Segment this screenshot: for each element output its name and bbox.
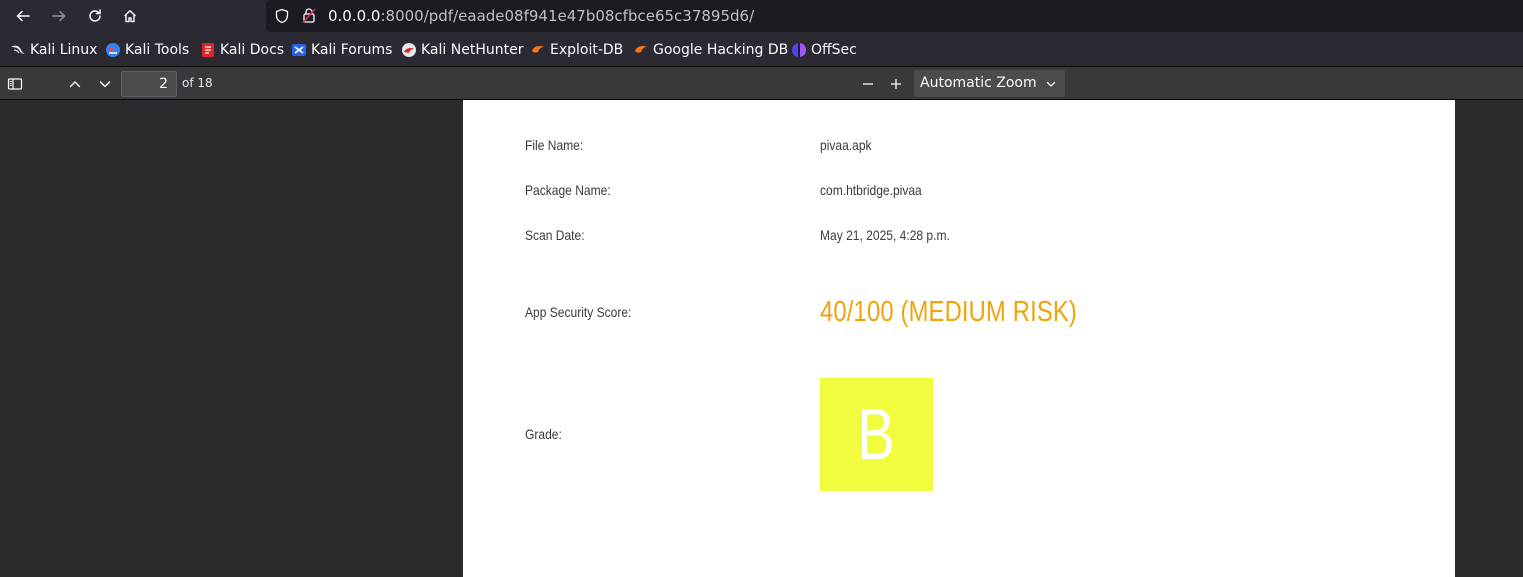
bookmark-label: OffSec (811, 42, 857, 58)
scan-date-value: May 21, 2025, 4:28 p.m. (820, 227, 950, 243)
exploit-db-icon (532, 46, 544, 53)
bookmark-google-hacking-db[interactable]: Google Hacking DB (633, 41, 788, 59)
bookmark-offsec[interactable]: OffSec (791, 41, 857, 59)
back-button[interactable] (9, 2, 37, 30)
scan-date-label: Scan Date: (525, 227, 585, 243)
bookmark-kali-nethunter[interactable]: Kali NetHunter (401, 41, 523, 59)
reload-icon (89, 9, 101, 22)
ghdb-icon (635, 46, 647, 53)
insecure-lock-icon[interactable] (301, 7, 317, 24)
bookmark-label: Kali Linux (30, 42, 98, 58)
toggle-sidebar-button[interactable] (3, 72, 27, 96)
kali-docs-icon (202, 43, 214, 57)
file-name-value: pivaa.apk (820, 137, 872, 153)
pdf-page: File Name: pivaa.apk Package Name: com.h… (463, 100, 1455, 577)
kali-dragon-icon (11, 45, 25, 54)
chevron-down-icon (1046, 81, 1056, 87)
back-arrow-icon (16, 10, 30, 22)
bookmark-label: Kali NetHunter (421, 42, 524, 58)
package-name-value: com.htbridge.pivaa (820, 182, 922, 198)
app-security-score-label: App Security Score: (525, 304, 632, 320)
bookmark-label: Google Hacking DB (653, 42, 789, 58)
home-button[interactable] (116, 2, 144, 30)
url-host: 0.0.0.0 (328, 7, 381, 25)
bookmark-exploit-db[interactable]: Exploit-DB (530, 41, 623, 59)
bookmark-kali-docs[interactable]: Kali Docs (200, 41, 284, 59)
previous-page-button[interactable] (63, 72, 87, 96)
bookmark-label: Exploit-DB (550, 42, 624, 58)
zoom-in-button[interactable] (884, 72, 908, 96)
forward-arrow-icon (52, 10, 66, 22)
grade-badge: B (820, 378, 933, 491)
zoom-out-button[interactable] (856, 72, 880, 96)
offsec-icon (792, 43, 806, 57)
page-number-input[interactable]: 2 (121, 71, 177, 97)
sidebar-icon (7, 78, 23, 90)
plus-icon (891, 79, 901, 89)
chevron-down-icon (99, 81, 111, 88)
navigation-toolbar: 0.0.0.0:8000/pdf/eaade08f941e47b08cfbce6… (0, 0, 1523, 32)
reload-button[interactable] (81, 2, 109, 30)
kali-forums-icon (292, 44, 306, 56)
kali-tools-icon (106, 43, 120, 57)
kali-nethunter-icon (402, 43, 416, 57)
zoom-select-value: Automatic Zoom (920, 75, 1037, 91)
next-page-button[interactable] (93, 72, 117, 96)
zoom-select[interactable]: Automatic Zoom (914, 70, 1065, 97)
bookmark-label: Kali Docs (220, 42, 285, 58)
forward-button[interactable] (45, 2, 73, 30)
chevron-up-icon (69, 81, 81, 88)
page-count-label: of 18 (182, 76, 213, 90)
bookmark-label: Kali Forums (311, 42, 393, 58)
package-name-label: Package Name: (525, 182, 611, 198)
pdf-viewer-container[interactable]: File Name: pivaa.apk Package Name: com.h… (0, 100, 1523, 577)
minus-icon (863, 83, 873, 85)
file-name-label: File Name: (525, 137, 584, 153)
bookmark-kali-forums[interactable]: Kali Forums (291, 41, 392, 59)
home-icon (124, 10, 136, 23)
bookmark-kali-linux[interactable]: Kali Linux (10, 41, 97, 59)
grade-label: Grade: (525, 426, 562, 442)
app-security-score-value: 40/100 (MEDIUM RISK) (820, 296, 1078, 328)
url-path: :8000/pdf/eaade08f941e47b08cfbce65c37895… (380, 7, 755, 25)
bookmark-kali-tools[interactable]: Kali Tools (105, 41, 189, 59)
tracking-shield-icon[interactable] (274, 8, 290, 24)
url-bar[interactable]: 0.0.0.0:8000/pdf/eaade08f941e47b08cfbce6… (266, 0, 1523, 32)
bookmark-label: Kali Tools (125, 42, 190, 58)
pdf-toolbar: 2 of 18 Automatic Zoom (0, 67, 1523, 100)
grade-letter: B (857, 394, 896, 475)
bookmarks-toolbar: Kali Linux Kali Tools Kali Docs Kali For… (0, 32, 1523, 67)
url-text[interactable]: 0.0.0.0:8000/pdf/eaade08f941e47b08cfbce6… (328, 6, 754, 26)
